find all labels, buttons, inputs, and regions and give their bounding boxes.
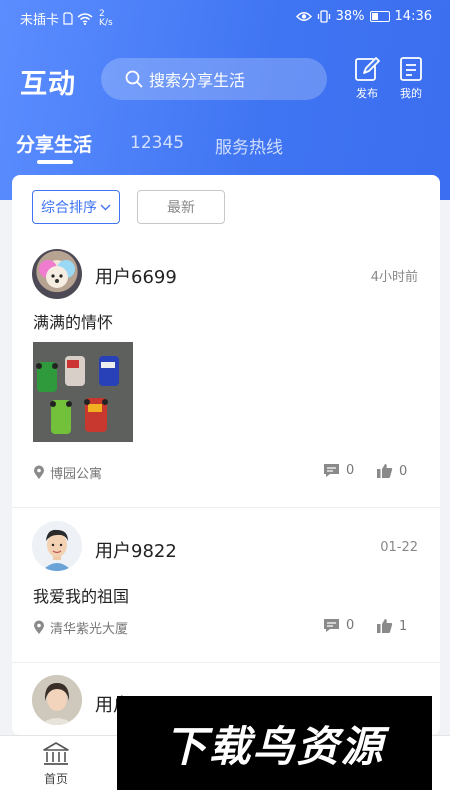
sort-row: 综合排序 最新	[32, 190, 225, 224]
comment-count: 0	[346, 618, 355, 633]
like-button[interactable]: 1	[376, 618, 407, 634]
comment-button[interactable]: 0	[323, 463, 354, 478]
vibrate-icon	[317, 10, 330, 23]
battery-icon	[369, 11, 390, 22]
post-username[interactable]: 用户9822	[95, 537, 177, 563]
divider	[12, 662, 440, 663]
post-time: 4小时前	[370, 270, 418, 285]
post-content: 满满的情怀	[33, 313, 114, 332]
status-bar: 未插卡 2 K/s 38% 14:36	[0, 0, 450, 36]
sort-latest-label: 最新	[167, 200, 195, 216]
eye-icon	[295, 12, 312, 21]
thumbs-up-icon	[377, 464, 393, 478]
home-building-icon	[43, 742, 69, 765]
net-speed: 2 K/s	[99, 9, 113, 28]
avatar[interactable]	[32, 249, 82, 299]
feed-card: 综合排序 最新 用户6699 4小时前 满满的情怀 博园公寓 0 0 用户982…	[12, 175, 440, 735]
post-username[interactable]: 用户6699	[95, 263, 177, 289]
mine-label: 我的	[400, 87, 422, 100]
sort-latest-button[interactable]: 最新	[137, 190, 225, 224]
avatar-dog-image	[39, 260, 75, 288]
comment-icon	[324, 464, 339, 477]
comment-icon	[324, 619, 339, 632]
wifi-icon	[77, 12, 93, 25]
avatar-man-image	[32, 521, 82, 571]
search-placeholder: 搜索分享生活	[149, 71, 246, 90]
tab-12345[interactable]: 12345	[130, 133, 184, 153]
like-button[interactable]: 0	[376, 463, 407, 479]
tab-service-hotline[interactable]: 服务热线	[215, 133, 283, 158]
chevron-down-icon	[100, 204, 111, 210]
sort-comprehensive-button[interactable]: 综合排序	[32, 190, 120, 224]
post-location-label: 清华紫光大厦	[50, 622, 129, 637]
net-speed-unit: K/s	[99, 17, 113, 28]
avatar-woman-image	[32, 675, 82, 725]
nav-home-label: 首页	[43, 772, 68, 786]
tab-indicator	[37, 160, 73, 164]
mine-button[interactable]: 我的	[394, 56, 428, 101]
battery-percent: 38%	[335, 9, 365, 24]
comment-button[interactable]: 0	[323, 618, 354, 633]
sim-icon	[63, 12, 73, 25]
search-input[interactable]: 搜索分享生活	[101, 58, 327, 100]
document-icon	[400, 57, 422, 81]
publish-button[interactable]: 发布	[350, 56, 384, 101]
divider	[12, 507, 440, 508]
like-count: 1	[399, 618, 408, 634]
nav-home[interactable]: 首页	[26, 742, 86, 787]
comment-count: 0	[346, 463, 355, 478]
avatar[interactable]	[32, 521, 82, 571]
post-time: 01-22	[380, 540, 418, 555]
carrier-text: 未插卡	[20, 13, 60, 28]
tab-bar: 分享生活 12345 服务热线	[0, 130, 450, 170]
post-item[interactable]: 用户9822 01-22 我爱我的祖国 清华紫光大厦 0 1	[12, 521, 440, 661]
post-location-label: 博园公寓	[50, 467, 103, 482]
toy-cars-photo	[33, 342, 133, 442]
post-content: 我爱我的祖国	[33, 587, 130, 606]
tab-share-life[interactable]: 分享生活	[16, 130, 92, 157]
location-pin-icon	[34, 620, 44, 634]
search-icon	[125, 70, 143, 88]
thumbs-up-icon	[377, 619, 393, 633]
page-title: 互动	[20, 69, 76, 100]
edit-icon	[355, 57, 380, 81]
status-left: 未插卡 2 K/s	[20, 9, 113, 28]
post-location[interactable]: 清华紫光大厦	[33, 618, 128, 637]
location-pin-icon	[34, 465, 44, 479]
post-item[interactable]: 用户6699 4小时前 满满的情怀 博园公寓 0 0	[12, 247, 440, 507]
publish-label: 发布	[356, 87, 378, 100]
post-location[interactable]: 博园公寓	[33, 463, 102, 482]
sort-comprehensive-label: 综合排序	[41, 200, 97, 216]
status-right: 38% 14:36	[295, 9, 432, 24]
watermark-overlay: 下载鸟资源	[117, 696, 432, 790]
like-count: 0	[399, 463, 408, 479]
avatar[interactable]	[32, 675, 82, 725]
post-image[interactable]	[33, 342, 133, 442]
clock: 14:36	[394, 9, 432, 24]
